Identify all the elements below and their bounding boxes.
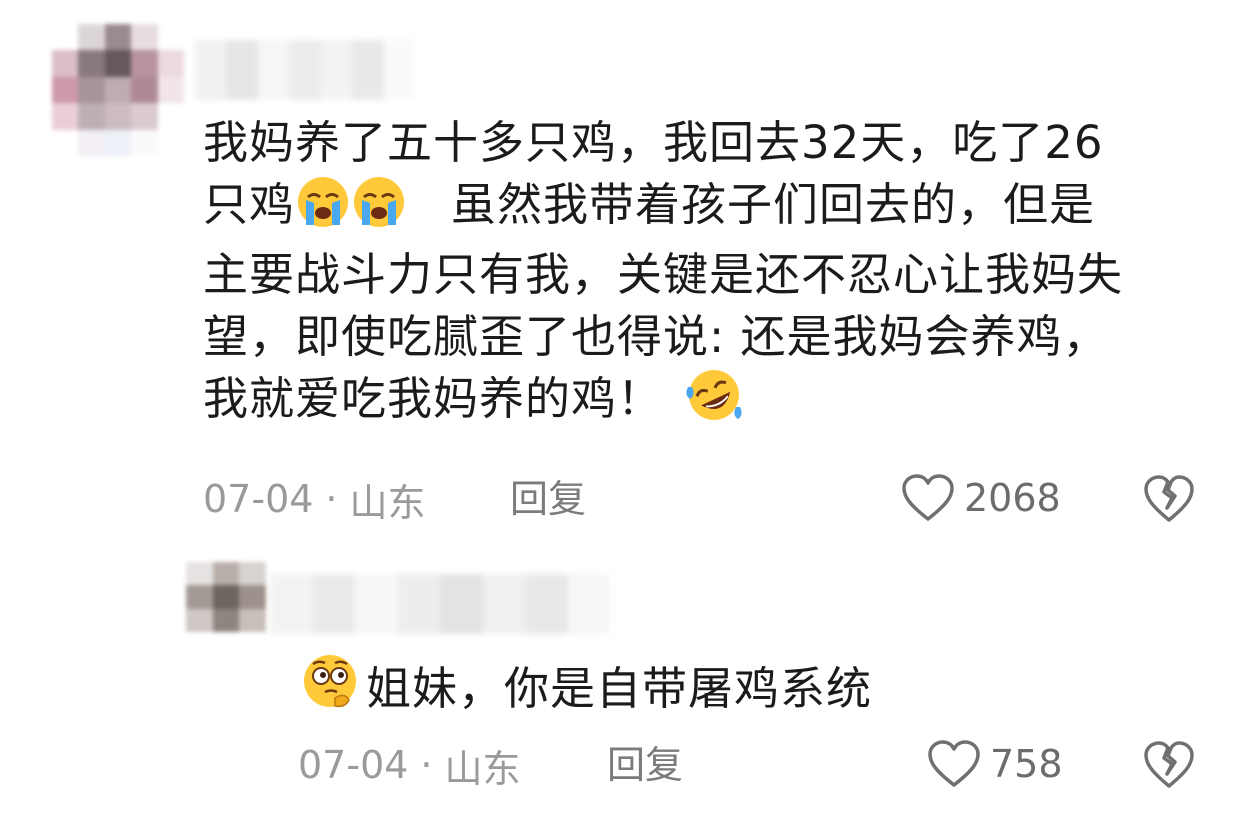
blurred-avatar[interactable] (52, 24, 184, 156)
reply-body: 姐妹，你是自带屠鸡系统 (366, 662, 873, 715)
thinking-face-icon (299, 652, 361, 726)
heart-icon (926, 739, 982, 789)
heart-icon (900, 473, 956, 523)
dislike-button[interactable] (1142, 472, 1196, 526)
rolling-laughing-icon (684, 367, 744, 439)
comment-line: 我妈养了五十多只鸡，我回去32天，吃了26 (203, 116, 1104, 169)
dislike-button[interactable] (1142, 738, 1196, 792)
comment-location: 山东 (349, 480, 426, 525)
comment-meta: 07-04 · 山东 (203, 474, 426, 525)
comment-line: 望，即使吃腻歪了也得说: 还是我妈会养鸡， (203, 309, 1109, 363)
blurred-username[interactable] (195, 40, 415, 100)
broken-heart-icon (1142, 474, 1196, 524)
reply-date: 07-04 (298, 743, 409, 787)
reply-meta: 07-04 · 山东 (298, 740, 521, 791)
reply-text: 姐妹，你是自带屠鸡系统 (298, 652, 872, 726)
crying-face-icon (352, 175, 406, 245)
reply-button[interactable]: 回复 (510, 474, 586, 524)
like-count: 2068 (964, 476, 1061, 520)
meta-dot: · (325, 477, 338, 521)
blurred-avatar[interactable] (186, 562, 266, 632)
broken-heart-icon (1142, 740, 1196, 790)
comment-line: 主要战斗力只有我，关键是还不忍心让我妈失 (203, 248, 1124, 301)
like-count: 758 (990, 742, 1063, 786)
comment-line: 我就爱吃我妈养的鸡！ (203, 367, 1223, 439)
blurred-username[interactable] (270, 574, 610, 634)
reply-button[interactable]: 回复 (607, 740, 683, 790)
meta-dot: · (420, 743, 433, 787)
reply-location: 山东 (444, 746, 521, 791)
comment-line: 只鸡 虽然我带着孩子们回去的，但是 (203, 174, 1223, 245)
crying-face-icon (296, 175, 350, 245)
like-button[interactable]: 2068 (900, 470, 1061, 526)
like-button[interactable]: 758 (926, 736, 1063, 792)
comment-date: 07-04 (203, 477, 314, 521)
comment-text: 我妈养了五十多只鸡，我回去32天，吃了26 只鸡 虽然我带着孩子们回去的，但是 … (203, 112, 1223, 439)
